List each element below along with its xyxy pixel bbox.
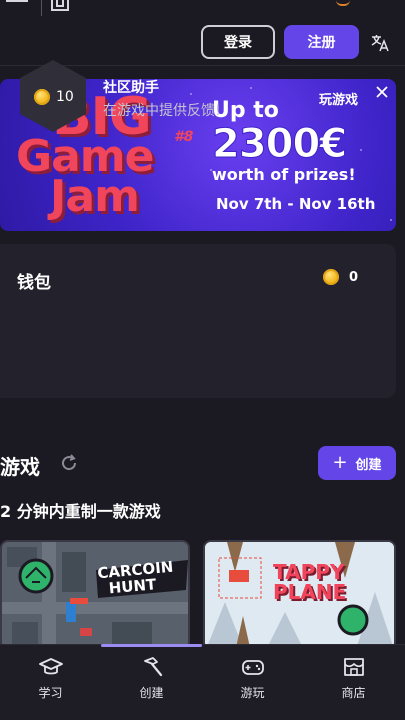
hammer-icon xyxy=(143,657,162,677)
game-card-carcoin-hunt[interactable]: CARCOIN HUNT xyxy=(0,540,190,650)
banner-up-to: Up to xyxy=(212,98,279,123)
nav-item-learn[interactable]: 学习 xyxy=(0,656,101,701)
wallet-card: 钱包 0 xyxy=(0,244,396,398)
game-card-title-1: CARCOIN HUNT xyxy=(97,558,176,598)
header: 登录 注册 xyxy=(0,20,405,66)
refresh-icon[interactable] xyxy=(59,453,79,473)
gamepad-icon xyxy=(241,660,264,675)
task-title: 社区助手 xyxy=(103,80,159,96)
game-card-tappy-plane[interactable]: TAPPY PLANE xyxy=(203,540,396,650)
wallet-balance: 0 xyxy=(323,269,358,285)
plus-icon: + xyxy=(332,452,348,473)
active-tab-indicator xyxy=(101,644,202,647)
nav-label-create: 创建 xyxy=(139,686,164,700)
coin-icon xyxy=(34,89,50,105)
avatar[interactable] xyxy=(336,0,350,6)
nav-item-create[interactable]: 创建 xyxy=(101,656,202,701)
close-icon[interactable] xyxy=(374,84,390,100)
games-title: 游戏 xyxy=(0,455,40,479)
reward-value: 10 xyxy=(56,89,74,105)
create-button[interactable]: + 创建 xyxy=(318,446,396,480)
library-icon[interactable] xyxy=(50,0,70,12)
play-game-link[interactable]: 玩游戏 xyxy=(319,89,358,108)
store-icon xyxy=(343,658,364,676)
divider xyxy=(41,0,42,16)
login-button[interactable]: 登录 xyxy=(201,25,275,59)
game-card-title-2b: PLANE xyxy=(273,580,347,604)
banner-edition: #8 xyxy=(174,129,194,145)
task-subtitle: 在游戏中提供反馈! xyxy=(103,103,221,119)
nav-item-store[interactable]: 商店 xyxy=(303,656,404,701)
reward-amount: 10 xyxy=(34,89,74,105)
top-strip xyxy=(0,0,405,20)
menu-icon[interactable] xyxy=(6,0,28,8)
nav-label-store: 商店 xyxy=(341,686,366,700)
register-button[interactable]: 注册 xyxy=(284,25,359,59)
banner-dates: Nov 7th - Nov 16th xyxy=(216,195,376,213)
graduation-cap-icon xyxy=(38,658,63,675)
nav-label-play: 游玩 xyxy=(240,686,265,700)
banner-worth: worth of prizes! xyxy=(212,165,356,184)
banner-title-line3: Jam xyxy=(50,171,140,222)
coin-icon xyxy=(323,269,339,285)
banner-amount: 2300€ xyxy=(212,121,348,167)
banner-prize: Up to 2300€ worth of prizes! xyxy=(212,99,392,185)
nav-label-learn: 学习 xyxy=(38,686,63,700)
translate-icon[interactable] xyxy=(370,33,390,53)
create-button-label: 创建 xyxy=(355,457,382,473)
nav-item-play[interactable]: 游玩 xyxy=(202,656,303,701)
wallet-title: 钱包 xyxy=(17,273,51,293)
wallet-balance-value: 0 xyxy=(349,269,359,285)
games-subtitle: 2 分钟内重制一款游戏 xyxy=(0,502,161,521)
game-card-title-2: TAPPY PLANE xyxy=(273,562,346,602)
